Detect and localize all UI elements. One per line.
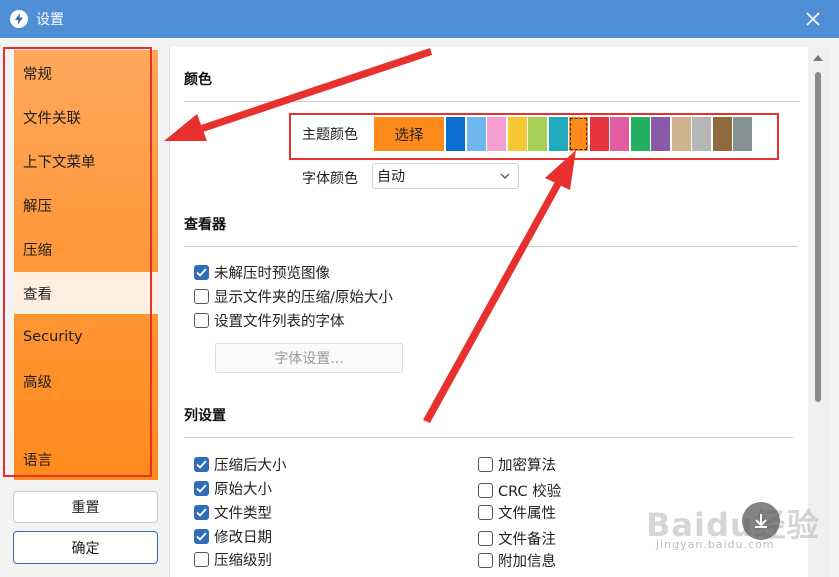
theme-color-choose-button[interactable]: 选择 [374,117,444,151]
checkbox-label: 附加信息 [498,554,556,570]
checkbox-list-font[interactable]: 设置文件列表的字体 [194,310,345,331]
app-icon [10,10,28,28]
checkbox-label: 压缩级别 [214,553,272,569]
settings-content: 颜色 主题颜色 选择 字体颜色 自动 查看器 未解压时预览图像 显示文件夹的压缩… [169,47,808,577]
checkbox-label: 修改日期 [214,530,272,546]
sidebar-item-label: 上下文菜单 [23,154,96,171]
checkbox-attributes[interactable]: 文件属性 [478,502,556,523]
checkbox-label: 加密算法 [498,458,556,474]
sidebar-item-label: 查看 [23,286,52,303]
theme-color-swatch[interactable] [528,117,547,151]
checkbox-unchecked-icon [194,313,209,328]
section-title-viewer: 查看器 [184,217,226,233]
close-icon [806,12,820,26]
checkbox-preview-images[interactable]: 未解压时预览图像 [194,262,330,283]
theme-color-swatch[interactable] [487,117,506,151]
sidebar-item-label: 文件关联 [23,110,81,127]
sidebar-item-file-association[interactable]: 文件关联 [14,96,158,138]
sidebar-item-label: Security [23,329,83,345]
theme-color-swatch[interactable] [548,117,568,151]
window-title: 设置 [36,12,64,28]
reset-button[interactable]: 重置 [13,491,158,523]
checkbox-label: 显示文件夹的压缩/原始大小 [214,290,393,306]
checkbox-checked-icon [194,481,209,496]
theme-color-swatch[interactable] [569,117,588,151]
theme-color-swatch[interactable] [589,117,609,151]
checkbox-label: 文件备注 [498,532,556,548]
font-color-select[interactable]: 自动 [372,163,519,189]
ok-button[interactable]: 确定 [13,531,158,564]
theme-color-swatch[interactable] [733,117,752,151]
checkbox-unchecked-icon [478,457,493,472]
sidebar-item-general[interactable]: 常规 [14,52,158,94]
scroll-up-icon[interactable] [813,55,823,61]
sidebar-item-language[interactable]: 语言 [14,438,158,480]
sidebar-item-label: 压缩 [23,242,52,259]
checkbox-checked-icon [194,529,209,544]
theme-color-swatch[interactable] [712,117,732,151]
theme-color-swatch[interactable] [671,117,691,151]
checkbox-checked-icon [194,457,209,472]
checkbox-file-type[interactable]: 文件类型 [194,502,272,523]
sidebar-item-advanced[interactable]: 高级 [14,360,158,402]
checkbox-label: 文件类型 [214,506,272,522]
sidebar-item-compress[interactable]: 压缩 [14,228,158,270]
checkbox-encryption[interactable]: 加密算法 [478,454,556,475]
section-title-columns: 列设置 [184,408,226,424]
sidebar-item-view[interactable]: 查看 [14,272,158,314]
title-bar: 设置 [0,0,839,38]
sidebar-item-label: 高级 [23,374,52,391]
checkbox-unchecked-icon [478,553,493,568]
font-settings-button[interactable]: 字体设置... [215,343,403,373]
font-color-label: 字体颜色 [302,171,358,187]
sidebar-item-label: 语言 [23,452,52,469]
theme-color-swatch[interactable] [507,117,527,151]
checkbox-compression-level[interactable]: 压缩级别 [194,549,272,570]
checkbox-unchecked-icon [194,289,209,304]
divider [184,101,800,102]
checkbox-modified-date[interactable]: 修改日期 [194,526,272,547]
chevron-down-icon [500,173,510,179]
close-button[interactable] [801,7,825,31]
window-body: 常规 文件关联 上下文菜单 解压 压缩 查看 Security 高级 语言 重置… [0,38,839,577]
checkbox-checked-icon [194,265,209,280]
checkbox-label: 压缩后大小 [214,458,287,474]
checkbox-folder-size[interactable]: 显示文件夹的压缩/原始大小 [194,286,393,307]
checkbox-checked-icon [194,505,209,520]
checkbox-unchecked-icon [478,483,493,498]
theme-color-swatch[interactable] [651,117,670,151]
checkbox-crc[interactable]: CRC 校验 [478,480,561,501]
theme-color-label: 主题颜色 [302,127,358,143]
sidebar: 常规 文件关联 上下文菜单 解压 压缩 查看 Security 高级 语言 [14,50,158,480]
checkbox-comment[interactable]: 文件备注 [478,528,556,549]
checkbox-label: 未解压时预览图像 [214,266,330,282]
checkbox-label: 文件属性 [498,506,556,522]
theme-color-swatch[interactable] [466,117,486,151]
scrollbar-thumb[interactable] [815,72,821,402]
theme-color-swatch[interactable] [630,117,650,151]
checkbox-unchecked-icon [478,505,493,520]
checkbox-packed-size[interactable]: 压缩后大小 [194,454,287,475]
sidebar-item-security[interactable]: Security [14,316,158,358]
theme-color-swatch[interactable] [446,117,465,151]
section-title-colors: 颜色 [184,72,212,88]
sidebar-item-label: 常规 [23,66,52,83]
divider [184,246,798,247]
sidebar-item-label: 解压 [23,198,52,215]
theme-color-swatch[interactable] [610,117,629,151]
divider [184,437,793,438]
checkbox-unchecked-icon [478,531,493,546]
checkbox-label: 设置文件列表的字体 [214,314,345,330]
checkbox-extra-info[interactable]: 附加信息 [478,550,556,571]
checkbox-unchecked-icon [194,552,209,567]
sidebar-item-extract[interactable]: 解压 [14,184,158,226]
sidebar-item-context-menu[interactable]: 上下文菜单 [14,140,158,182]
checkbox-original-size[interactable]: 原始大小 [194,478,272,499]
font-color-value: 自动 [377,169,405,185]
theme-color-swatch[interactable] [692,117,711,151]
checkbox-label: CRC 校验 [498,484,562,500]
checkbox-label: 原始大小 [214,482,272,498]
